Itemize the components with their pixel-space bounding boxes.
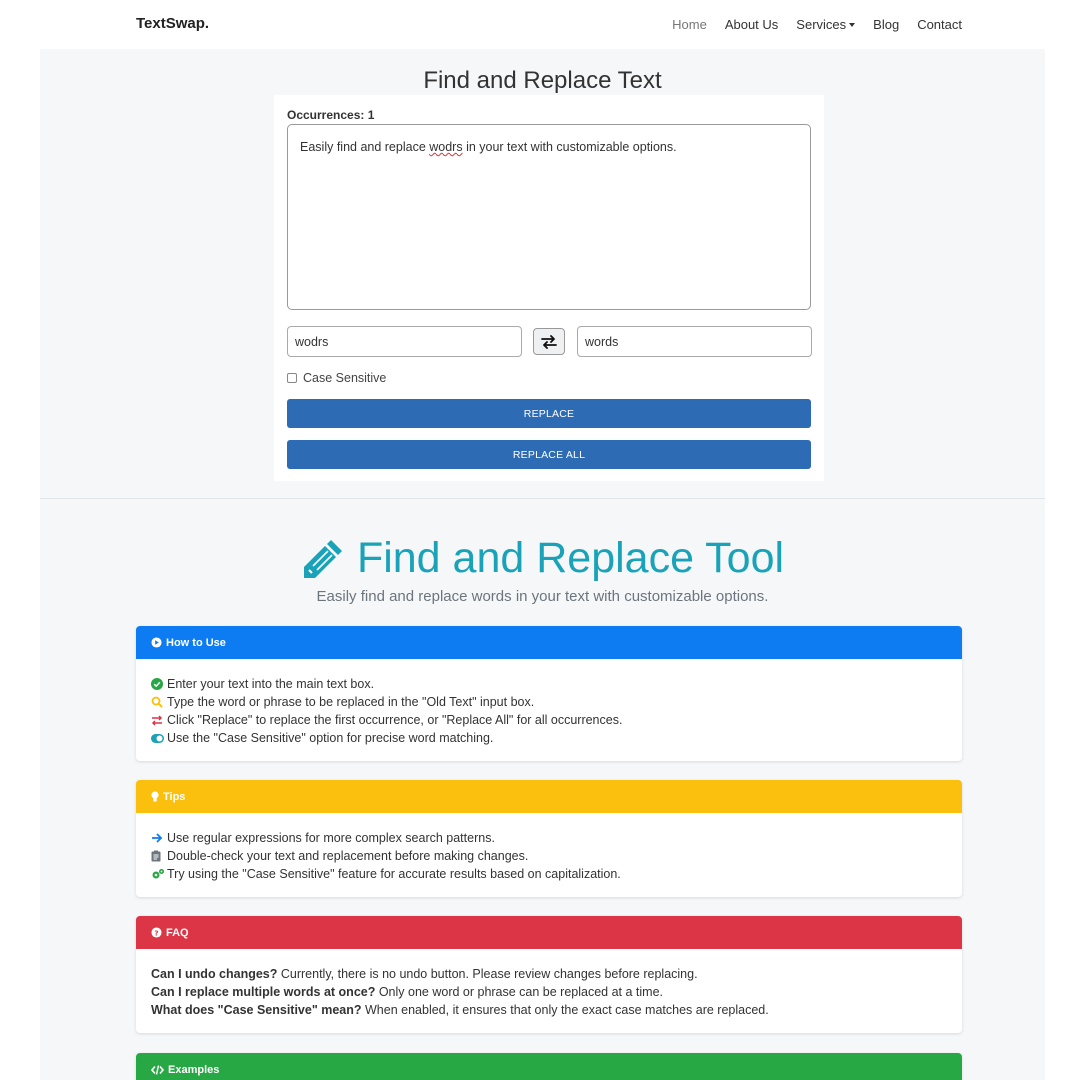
hero-title: Find and Replace Tool: [40, 534, 1045, 583]
faq-question: What does "Case Sensitive" mean?: [151, 1003, 362, 1017]
examples-title: Examples: [168, 1063, 220, 1076]
faq-header: ? FAQ: [136, 916, 962, 949]
how-to-use-title: How to Use: [166, 636, 226, 649]
faq-card: ? FAQ Can I undo changes? Currently, the…: [136, 916, 962, 1033]
brand-logo[interactable]: TextSwap.: [136, 15, 209, 32]
lightbulb-icon: [151, 791, 159, 802]
list-item-text: Enter your text into the main text box.: [167, 677, 375, 691]
old-text-input[interactable]: [287, 326, 522, 357]
list-item: Use regular expressions for more complex…: [151, 829, 947, 847]
tips-title: Tips: [163, 790, 186, 803]
faq-answer: Only one word or phrase can be replaced …: [375, 985, 664, 999]
faq-body: Can I undo changes? Currently, there is …: [136, 949, 962, 1033]
list-item-text: Use the "Case Sensitive" option for prec…: [167, 731, 494, 745]
list-item: Click "Replace" to replace the first occ…: [151, 711, 947, 729]
nav-item-home[interactable]: Home: [672, 17, 707, 32]
examples-card: Examples: [136, 1053, 962, 1080]
list-item: Type the word or phrase to be replaced i…: [151, 693, 947, 711]
faq-question: Can I replace multiple words at once?: [151, 985, 376, 999]
nav-item-services[interactable]: Services: [796, 17, 856, 32]
nav-item-services-label: Services: [796, 17, 847, 32]
faq-title: FAQ: [166, 926, 189, 939]
nav-menu: Home About Us Services Blog Contact: [654, 17, 962, 32]
main-wrapper: Find and Replace Text Occurrences: 1 Eas…: [40, 49, 1045, 1080]
misspelled-word: wodrs: [429, 140, 463, 154]
case-sensitive-checkbox[interactable]: [287, 373, 297, 383]
check-circle-icon: [151, 678, 165, 690]
case-sensitive-label: Case Sensitive: [303, 371, 387, 385]
clipboard-icon: [151, 850, 165, 862]
tips-body: Use regular expressions for more complex…: [136, 813, 962, 897]
replace-all-button[interactable]: REPLACE ALL: [287, 440, 811, 469]
tool-section: Find and Replace Text Occurrences: 1 Eas…: [40, 49, 1045, 499]
list-item: Double-check your text and replacement b…: [151, 847, 947, 865]
new-text-input[interactable]: [577, 326, 812, 357]
faq-item: Can I replace multiple words at once? On…: [151, 983, 947, 1001]
how-to-use-header: How to Use: [136, 626, 962, 659]
replace-button[interactable]: REPLACE: [287, 399, 811, 428]
cogs-icon: [151, 868, 165, 880]
hero-title-text: Find and Replace Tool: [356, 534, 785, 582]
search-icon: [151, 696, 165, 708]
nav-item-blog[interactable]: Blog: [873, 17, 899, 32]
pencil-icon: [303, 539, 342, 578]
list-item: Enter your text into the main text box.: [151, 675, 947, 693]
list-item-text: Use regular expressions for more complex…: [167, 831, 495, 845]
list-item-text: Type the word or phrase to be replaced i…: [167, 695, 535, 709]
how-to-use-body: Enter your text into the main text box. …: [136, 659, 962, 761]
arrow-right-icon: [151, 833, 165, 843]
text-after: in your text with customizable options.: [462, 140, 677, 154]
tool-card: Occurrences: 1 Easily find and replace w…: [274, 95, 824, 481]
tips-header: Tips: [136, 780, 962, 813]
caret-down-icon: [849, 22, 856, 27]
examples-header: Examples: [136, 1053, 962, 1080]
list-item: Use the "Case Sensitive" option for prec…: [151, 729, 947, 747]
how-to-use-card: How to Use Enter your text into the main…: [136, 626, 962, 761]
faq-question: Can I undo changes?: [151, 967, 278, 981]
faq-item: Can I undo changes? Currently, there is …: [151, 965, 947, 983]
question-circle-icon: ?: [151, 927, 162, 938]
code-icon: [151, 1064, 164, 1075]
list-item: Try using the "Case Sensitive" feature f…: [151, 865, 947, 883]
hero-subtitle: Easily find and replace words in your te…: [316, 588, 769, 605]
navbar: TextSwap. Home About Us Services Blog Co…: [0, 0, 1080, 49]
faq-answer: When enabled, it ensures that only the e…: [361, 1003, 769, 1017]
toggle-on-icon: [151, 733, 165, 743]
nav-item-about-us[interactable]: About Us: [725, 17, 778, 32]
swap-arrows-icon: [541, 334, 557, 349]
exchange-icon: [151, 714, 165, 726]
list-item-text: Try using the "Case Sensitive" feature f…: [167, 867, 621, 881]
faq-answer: Currently, there is no undo button. Plea…: [277, 967, 698, 981]
nav-item-contact[interactable]: Contact: [917, 17, 962, 32]
text-before: Easily find and replace: [300, 140, 430, 154]
tips-card: Tips Use regular expressions for more co…: [136, 780, 962, 897]
faq-item: What does "Case Sensitive" mean? When en…: [151, 1001, 947, 1019]
main-text-area[interactable]: Easily find and replace wodrs in your te…: [287, 124, 811, 310]
occurrences-count: Occurrences: 1: [287, 108, 375, 122]
case-sensitive-option[interactable]: Case Sensitive: [287, 371, 386, 385]
svg-text:?: ?: [154, 928, 158, 937]
list-item-text: Click "Replace" to replace the first occ…: [167, 713, 623, 727]
list-item-text: Double-check your text and replacement b…: [167, 849, 529, 863]
page-title: Find and Replace Text: [423, 67, 662, 94]
swap-button[interactable]: [533, 328, 565, 355]
play-circle-icon: [151, 637, 162, 648]
